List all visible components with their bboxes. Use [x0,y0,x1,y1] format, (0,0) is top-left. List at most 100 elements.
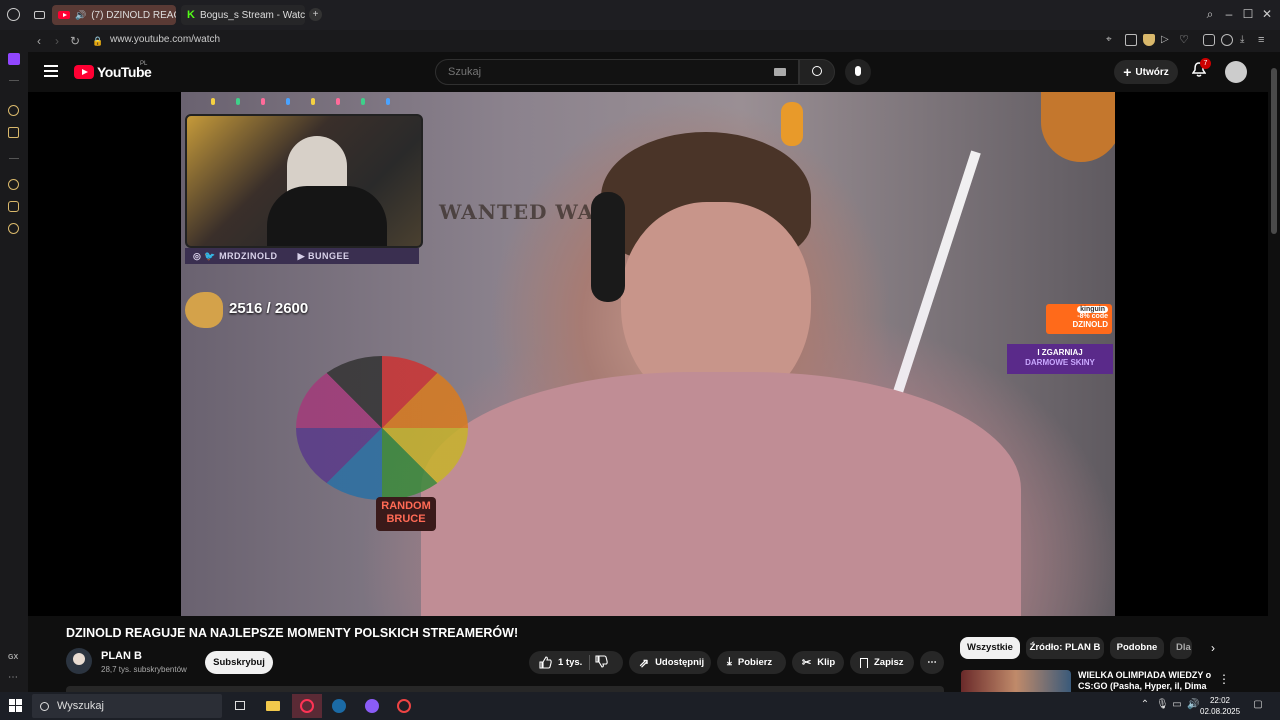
search-input[interactable] [446,65,750,79]
search-icon [40,701,49,711]
taskbar-search[interactable]: Wyszukaj [32,694,222,718]
network-icon[interactable]: ▭ [1172,700,1182,710]
more-dots-icon[interactable]: ⋯ [8,672,18,683]
kinguin-name: DZINOLD [1072,320,1108,329]
search-box[interactable] [435,59,799,85]
discord-icon[interactable] [357,694,387,718]
player-icon[interactable] [8,105,19,116]
save-button[interactable]: Zapisz [850,651,914,674]
voice-search-button[interactable] [845,59,871,85]
download-button[interactable]: ⤓ Pobierz [717,651,786,674]
windows-start-icon[interactable] [9,699,23,713]
more-dots-icon: ⋯ [927,657,937,668]
instagram-handle: ◎ 🐦 MRDZINOLD [193,250,278,261]
chip-all[interactable]: Wszystkie [960,637,1020,659]
maximize-icon[interactable]: ☐ [1241,7,1255,21]
channel-avatar[interactable] [66,648,92,674]
webcam-shirt [267,186,387,246]
history-icon[interactable] [8,179,19,190]
url-field[interactable]: www.youtube.com/watch [110,34,220,45]
notification-center-icon[interactable]: ▢ [1253,700,1263,710]
browser-tab-youtube[interactable]: 🔊 (7) DZINOLD REAGU [52,5,176,25]
thumbs-down-icon [595,655,608,668]
share-button[interactable]: ⇗ Udostępnij [629,651,711,674]
steam-icon[interactable] [324,694,354,718]
microphone-tray-icon[interactable]: 🎙 [1156,700,1169,710]
taskbar-clock[interactable]: 22:02 02.08.2025 [1200,695,1240,717]
search-button[interactable] [799,59,835,85]
user-avatar[interactable] [1225,61,1247,83]
more-actions-button[interactable]: ⋯ [920,651,944,674]
opera-logo-icon[interactable] [7,8,20,21]
chip-source[interactable]: Źródło: PLAN B [1026,637,1104,659]
light-bulb [311,98,315,105]
close-icon[interactable]: ✕ [1260,7,1274,21]
background-poster-text: WANTED WAN [439,200,614,224]
youtube-region-label: PL [140,61,148,67]
light-bulb [386,98,390,105]
tray-chevron-icon[interactable]: ⌃ [1140,700,1150,710]
play-icon[interactable]: ▷ [1161,34,1173,46]
goal-counter: 2516 / 2600 [229,300,309,317]
reload-icon[interactable]: ↻ [68,34,82,48]
back-icon[interactable]: ‹ [32,34,46,48]
speaker-icon: 🔊 [75,9,87,20]
create-button[interactable]: + Utwórz [1114,60,1178,84]
youtube-logo-icon[interactable] [74,65,94,79]
download-icon[interactable]: ⤓ [1240,34,1252,46]
recommendation-menu-icon[interactable]: ⋮ [1218,672,1230,686]
chevron-right-icon[interactable]: › [1204,637,1222,659]
lock-icon: 🔒 [92,36,104,46]
channel-name[interactable]: PLAN B [101,650,142,662]
shield-icon[interactable] [1143,34,1155,46]
kick-favicon-icon: K [187,9,195,21]
heart-icon[interactable]: ♡ [1179,34,1191,46]
extension-puzzle-icon[interactable] [1203,34,1215,46]
tab-menu-icon[interactable] [34,11,45,19]
opera-browser-icon[interactable] [389,694,419,718]
share-icon: ⇗ [639,655,650,670]
chip-similar[interactable]: Podobne [1110,637,1164,659]
task-view-icon[interactable] [226,694,256,718]
extensions-icon[interactable] [8,201,19,212]
settings-gear-icon[interactable] [8,223,19,234]
twitch-icon[interactable] [8,53,20,65]
menu-icon[interactable]: ≡ [1258,34,1270,46]
wallet-icon[interactable] [8,127,19,138]
search-tabs-icon[interactable]: ⌕ [1203,7,1217,21]
recommendation-thumbnail[interactable] [961,670,1071,692]
minimize-icon[interactable]: – [1222,7,1236,21]
snapshot-icon[interactable] [1125,34,1137,46]
skins-line-2: DARMOWE SKINY [1025,358,1095,367]
chip-for-you[interactable]: Dla [1170,637,1192,659]
spin-wheel [296,356,468,500]
background-lamp [781,102,803,146]
profile-extension-icon[interactable] [1221,34,1233,46]
recommendation-title[interactable]: WIELKA OLIMPIADA WIEDZY o CS:GO (Pasha, … [1078,670,1213,692]
video-frame[interactable]: WANTED WAN RANDOM BRUCE ◎ 🐦 MRDZINOLD ▶ … [181,92,1115,616]
share-label: Udostępnij [655,657,705,668]
video-player[interactable]: WANTED WAN RANDOM BRUCE ◎ 🐦 MRDZINOLD ▶ … [28,92,1268,616]
forward-icon[interactable]: › [50,34,64,48]
browser-tab-bar: 🔊 (7) DZINOLD REAGU K Bogus_s Stream - W… [0,0,1280,30]
file-explorer-icon[interactable] [258,694,288,718]
like-count: 1 tys. [558,657,583,668]
kinguin-promo: kinguin -8% code DZINOLD [1046,304,1112,334]
browser-tab-kick[interactable]: K Bogus_s Stream - Watch [181,5,305,25]
page-scrollbar[interactable] [1268,52,1280,692]
scrollbar-thumb[interactable] [1271,68,1277,234]
clip-label: Klip [817,657,836,668]
hamburger-menu-icon[interactable] [44,65,58,77]
new-tab-button[interactable]: + [309,8,322,21]
keyboard-icon[interactable] [774,68,786,76]
tab-title: Bogus_s Stream - Watch [199,9,305,21]
clip-button[interactable]: ✂ Klip [792,651,844,674]
opera-gx-taskbar-icon[interactable] [292,694,322,718]
volume-icon[interactable]: 🔊 [1187,700,1199,710]
pin-icon[interactable]: ⌖ [1106,34,1118,46]
headphones [591,192,625,302]
browser-sidebar: GX ⋯ [0,30,28,692]
dislike-button[interactable] [595,655,613,671]
light-bulb [236,98,240,105]
subscribe-button[interactable]: Subskrybuj [205,651,273,674]
